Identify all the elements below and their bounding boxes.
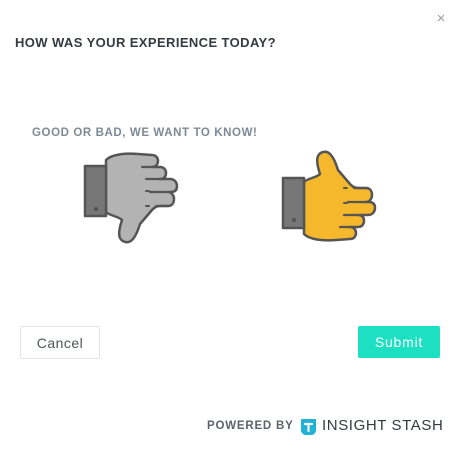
submit-button[interactable]: Submit xyxy=(358,326,440,358)
thumbs-down-button[interactable] xyxy=(80,150,184,246)
brand-name[interactable]: INSIGHT STASH xyxy=(322,417,443,434)
insight-stash-logo-icon xyxy=(301,419,316,435)
thumbs-down-icon xyxy=(83,152,179,244)
thumbs-up-icon xyxy=(281,150,377,242)
feedback-dialog: × HOW WAS YOUR EXPERIENCE TODAY? GOOD OR… xyxy=(0,0,460,451)
dialog-title: HOW WAS YOUR EXPERIENCE TODAY? xyxy=(15,35,276,50)
cancel-button[interactable]: Cancel xyxy=(20,326,100,359)
thumbs-up-button[interactable] xyxy=(278,150,382,246)
powered-by-label: POWERED BY xyxy=(207,420,294,432)
close-icon[interactable]: × xyxy=(434,10,448,28)
dialog-subtitle: GOOD OR BAD, WE WANT TO KNOW! xyxy=(32,127,258,139)
